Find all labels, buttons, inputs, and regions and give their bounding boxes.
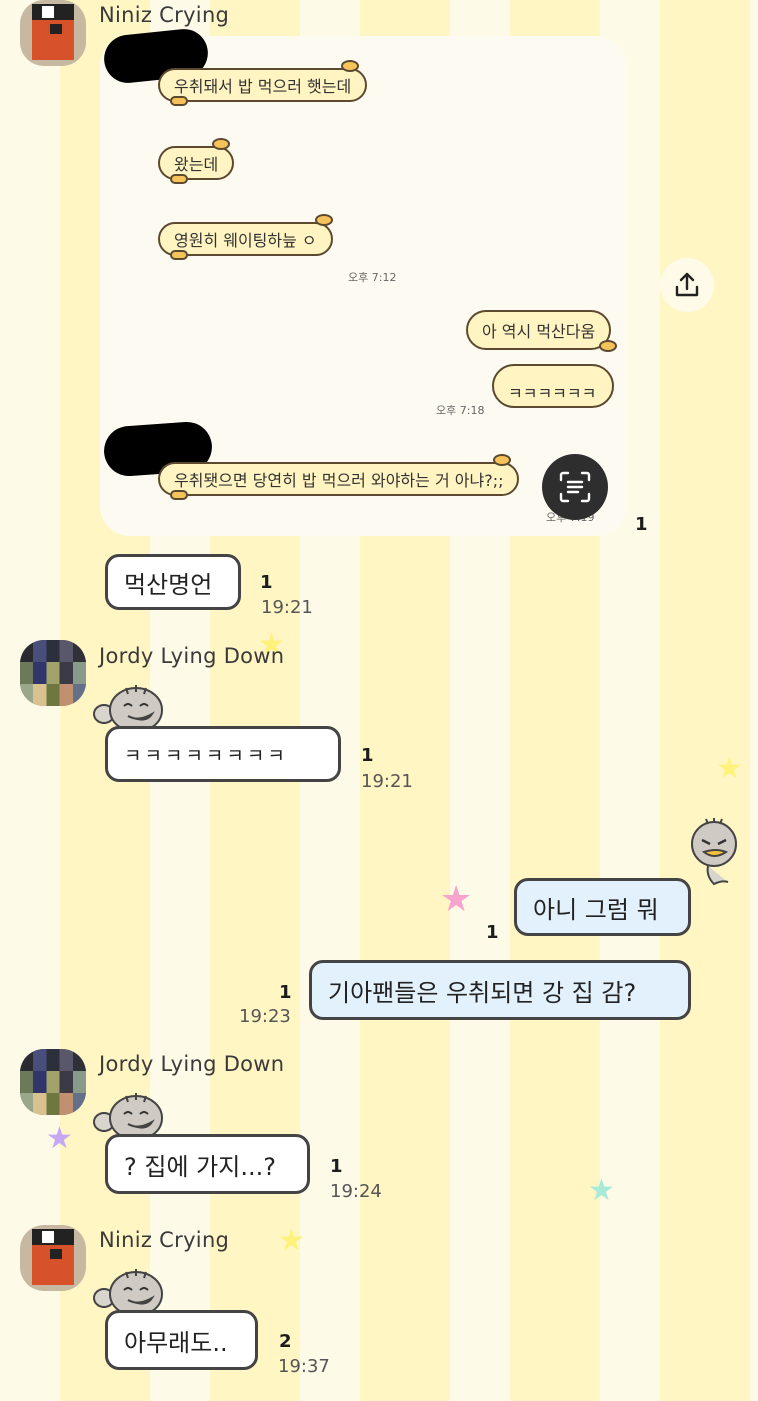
screenshot-bubble-text: 우취됏으면 당연히 밥 먹으러 와야하는 거 아냐?;; xyxy=(174,471,504,490)
screenshot-bubble: 영원히 웨이팅하늪 ㅇ xyxy=(158,214,333,260)
avatar[interactable] xyxy=(20,640,86,706)
screenshot-bubble-text: 왔는데 xyxy=(174,155,219,174)
message-bubble[interactable]: 먹산명언 xyxy=(105,554,241,610)
star-sticker: ★ xyxy=(278,1223,305,1258)
message-time: 19:21 xyxy=(361,771,413,792)
message-text: 아무래도.. xyxy=(124,1328,228,1357)
text-scan-icon xyxy=(559,471,591,503)
screenshot-timestamp: 오후 7:12 xyxy=(348,271,397,284)
message-time: 19:21 xyxy=(261,597,313,618)
share-button[interactable] xyxy=(660,258,714,312)
message-bubble[interactable]: 기아팬들은 우취되면 강 집 감? xyxy=(309,960,691,1020)
screenshot-bubble: 우취됏으면 당연히 밥 먹으러 와야하는 거 아냐?;; xyxy=(158,454,520,500)
message-text: ? 집에 가지...? xyxy=(124,1152,276,1181)
message-time: 19:23 xyxy=(239,1006,291,1027)
shared-screenshot-image[interactable]: 우취돼서 밥 먹으러 햇는데 왔는데 영원히 웨이팅하늪 ㅇ 오후 7:12 아… xyxy=(100,26,626,536)
unread-count: 1 xyxy=(361,745,374,766)
message-bubble[interactable]: 아무래도.. xyxy=(105,1310,258,1370)
star-sticker: ★ xyxy=(588,1173,615,1208)
unread-count: 1 xyxy=(279,982,292,1003)
screenshot-bubble: 우취돼서 밥 먹으러 햇는데 xyxy=(158,60,368,106)
message-text: 기아팬들은 우취되면 강 집 감? xyxy=(328,978,637,1007)
message-time: 19:24 xyxy=(330,1181,382,1202)
avatar[interactable] xyxy=(20,1049,86,1115)
sender-name: Jordy Lying Down xyxy=(99,644,285,668)
jordy-sticker xyxy=(691,818,737,886)
screenshot-bubble: ㅋㅋㅋㅋㅋㅋ xyxy=(492,364,614,408)
sender-name: Niniz Crying xyxy=(99,3,230,27)
screenshot-bubble-text: 영원히 웨이팅하늪 ㅇ xyxy=(174,231,317,250)
avatar[interactable] xyxy=(20,0,86,66)
star-sticker: ★ xyxy=(440,879,473,920)
message-bubble[interactable]: ? 집에 가지...? xyxy=(105,1134,310,1194)
unread-count: 1 xyxy=(330,1156,343,1177)
unread-count: 2 xyxy=(279,1331,292,1352)
share-icon xyxy=(675,272,699,297)
message-time: 19:37 xyxy=(278,1356,330,1377)
unread-count: 1 xyxy=(635,514,648,535)
message-text: 먹산명언 xyxy=(124,570,213,599)
screenshot-bubble-text: 우취돼서 밥 먹으러 햇는데 xyxy=(174,77,352,96)
message-text: ㅋㅋㅋㅋㅋㅋㅋㅋ xyxy=(124,744,288,767)
screenshot-bubble-text: ㅋㅋㅋㅋㅋㅋ xyxy=(508,384,597,403)
screenshot-bubble: 아 역시 먹산다움 xyxy=(466,310,618,352)
unread-count: 1 xyxy=(260,572,273,593)
message-text: 아니 그럼 뭐 xyxy=(533,895,659,924)
message-bubble[interactable]: ㅋㅋㅋㅋㅋㅋㅋㅋ xyxy=(105,726,341,782)
sender-name: Niniz Crying xyxy=(99,1228,230,1252)
star-sticker: ★ xyxy=(46,1121,73,1156)
screenshot-timestamp: 오후 7:18 xyxy=(436,404,485,417)
screenshot-bubble-text: 아 역시 먹산다움 xyxy=(482,322,596,341)
unread-count: 1 xyxy=(486,922,499,943)
text-scan-button[interactable] xyxy=(542,454,608,520)
sender-name: Jordy Lying Down xyxy=(99,1052,285,1076)
avatar[interactable] xyxy=(20,1225,86,1291)
message-bubble[interactable]: 아니 그럼 뭐 xyxy=(514,878,691,936)
screenshot-bubble: 왔는데 xyxy=(158,138,235,184)
star-sticker: ★ xyxy=(716,751,743,786)
